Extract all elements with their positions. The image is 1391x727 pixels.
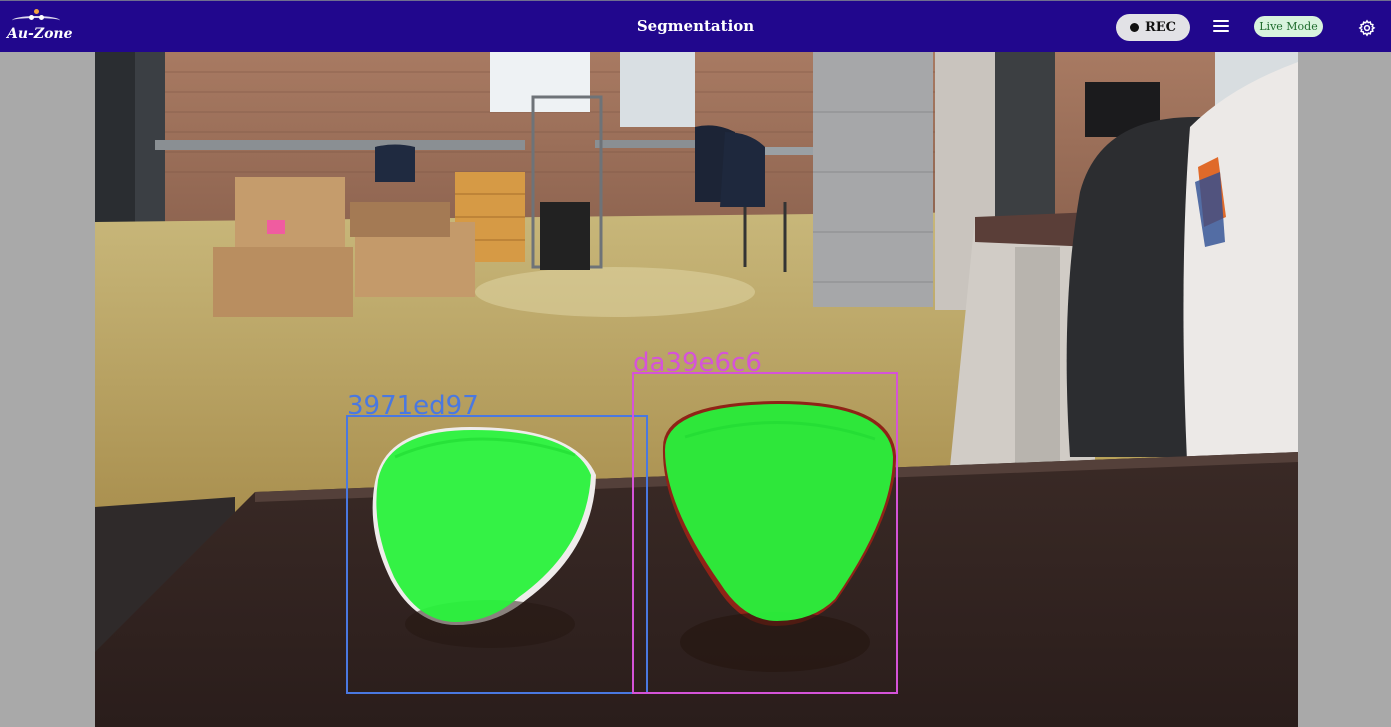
record-button[interactable]: REC [1116, 14, 1190, 41]
detection-box [346, 415, 648, 694]
detection-box [632, 372, 898, 694]
detection-label: da39e6c6 [633, 348, 762, 378]
record-button-label: REC [1144, 20, 1177, 35]
live-mode-button[interactable]: Live Mode [1254, 16, 1323, 37]
detection-label: 3971ed97 [347, 391, 479, 421]
hamburger-menu-icon[interactable] [1213, 20, 1229, 34]
record-dot-icon [1129, 23, 1139, 32]
camera-feed: 3971ed97 da39e6c6 [95, 52, 1298, 727]
gear-icon[interactable] [1358, 19, 1376, 37]
top-bar: Au-Zone Segmentation REC Live Mode [0, 0, 1391, 52]
live-mode-label: Live Mode [1259, 20, 1318, 33]
